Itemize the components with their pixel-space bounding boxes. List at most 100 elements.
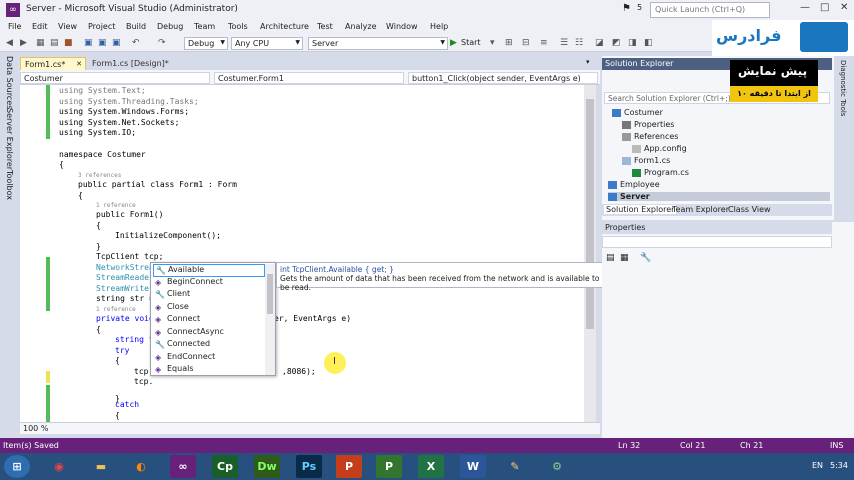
menu-tools[interactable]: Tools — [228, 22, 248, 31]
tree-item-server[interactable]: Server — [608, 192, 830, 201]
menu-team[interactable]: Team — [194, 22, 215, 31]
flag-icon[interactable]: ⚑ — [622, 3, 631, 14]
bookmark-clear-icon[interactable]: ◧ — [644, 38, 654, 48]
visual-studio-taskbar-icon[interactable]: ∞ — [170, 455, 196, 478]
maximize-icon[interactable]: □ — [820, 2, 829, 13]
alphabetical-icon[interactable]: ▦ — [620, 253, 629, 263]
scroll-thumb[interactable] — [586, 99, 594, 329]
file-explorer-icon[interactable]: ▬ — [88, 455, 114, 478]
menu-edit[interactable]: Edit — [32, 22, 48, 31]
start-button-icon[interactable]: ⊞ — [4, 455, 30, 478]
chrome-icon[interactable]: ◉ — [46, 455, 72, 478]
diagnostic-tools-tab[interactable]: Diagnostic Tools — [839, 60, 847, 116]
completion-item[interactable]: 🔧 Connected — [153, 339, 265, 352]
tab-overflow-icon[interactable]: ▾ — [586, 58, 590, 66]
intellisense-scrollbar[interactable] — [265, 264, 275, 375]
tab-form1-design[interactable]: Form1.cs [Design]* — [88, 57, 178, 70]
undo-icon[interactable]: ↶ — [132, 38, 142, 48]
completion-item[interactable]: 🔧 Client — [153, 289, 265, 302]
back-icon[interactable]: ◀ — [6, 38, 16, 48]
menu-architecture[interactable]: Architecture — [260, 22, 309, 31]
menu-debug[interactable]: Debug — [157, 22, 183, 31]
dreamweaver-icon[interactable]: Dw — [254, 455, 280, 478]
photoshop-icon[interactable]: Ps — [296, 455, 322, 478]
zoom-level[interactable]: 100 % — [23, 424, 48, 433]
completion-item[interactable]: ◈ BeginConnect — [153, 277, 265, 290]
clock[interactable]: 5:34 — [830, 461, 848, 470]
start-icon[interactable]: ▶ — [450, 38, 460, 48]
menu-analyze[interactable]: Analyze — [345, 22, 377, 31]
bookmark-prev-icon[interactable]: ◩ — [612, 38, 622, 48]
minimize-icon[interactable]: — — [800, 2, 810, 13]
redo-icon[interactable]: ↷ — [158, 38, 168, 48]
tab-class-view[interactable]: Class View — [728, 205, 771, 214]
menu-test[interactable]: Test — [317, 22, 333, 31]
notification-badge[interactable]: 5 — [637, 3, 642, 12]
data-sources-tab[interactable]: Data Sources — [5, 56, 14, 109]
close-icon[interactable]: ✕ — [840, 2, 848, 13]
forward-icon[interactable]: ▶ — [20, 38, 30, 48]
intellisense-popup[interactable]: 🔧 Available ◈ BeginConnect 🔧 Client ◈ Close … — [150, 262, 276, 376]
property-pages-icon[interactable]: 🔧 — [640, 253, 651, 263]
config-select[interactable]: Debug ▼ — [184, 37, 228, 50]
language-indicator[interactable]: EN — [812, 461, 823, 470]
menu-view[interactable]: View — [58, 22, 77, 31]
open-icon[interactable]: ▤ — [50, 38, 60, 48]
camtasia-icon[interactable]: Cp — [212, 455, 238, 478]
media-player-icon[interactable]: ◐ — [128, 455, 154, 478]
menu-file[interactable]: File — [8, 22, 21, 31]
bookmark-icon[interactable]: ◪ — [595, 38, 605, 48]
completion-item[interactable]: ◈ ConnectAsync — [153, 327, 265, 340]
tree-item-app-config[interactable]: App.config — [632, 144, 687, 153]
new-project-icon[interactable]: ▦ — [36, 38, 46, 48]
codelens[interactable]: 3 references — [78, 172, 121, 179]
tree-item-properties[interactable]: Properties — [622, 120, 674, 129]
properties-object-select[interactable] — [602, 236, 832, 248]
attach-icon[interactable]: ▾ — [490, 38, 500, 48]
completion-item[interactable]: 🔧 Available — [153, 264, 265, 277]
tab-form1-cs[interactable]: Form1.cs* ✕ — [20, 57, 86, 70]
scroll-thumb[interactable] — [267, 274, 273, 314]
platform-select[interactable]: Any CPU ▼ — [231, 37, 303, 50]
format-icon[interactable]: ≡ — [540, 38, 550, 48]
project-select[interactable]: Server ▼ — [308, 37, 448, 50]
bookmark-next-icon[interactable]: ◨ — [628, 38, 638, 48]
tree-item-form1-cs[interactable]: Form1.cs — [622, 156, 670, 165]
save-all-alt-icon[interactable]: ▣ — [112, 38, 122, 48]
uncomment-icon[interactable]: ☷ — [575, 38, 585, 48]
tab-team-explorer[interactable]: Team Explorer — [672, 205, 729, 214]
menu-build[interactable]: Build — [126, 22, 146, 31]
menu-project[interactable]: Project — [88, 22, 115, 31]
save-icon[interactable]: ▣ — [84, 38, 94, 48]
project-icon[interactable]: P — [376, 455, 402, 478]
tree-item-employee[interactable]: Employee — [608, 180, 660, 189]
codelens[interactable]: 1 reference — [96, 202, 136, 209]
pin-icon[interactable]: ✕ — [76, 60, 82, 68]
categorized-icon[interactable]: ▤ — [606, 253, 615, 263]
tree-item-costumer[interactable]: Costumer — [612, 108, 663, 117]
project-nav-select[interactable]: Costumer — [20, 72, 210, 84]
start-button[interactable]: Start — [461, 38, 481, 47]
member-nav-select[interactable]: button1_Click(object sender, EventArgs e… — [408, 72, 598, 84]
menu-help[interactable]: Help — [430, 22, 448, 31]
type-nav-select[interactable]: Costumer.Form1 — [214, 72, 404, 84]
tab-solution-explorer[interactable]: Solution Explorer — [604, 205, 677, 214]
completion-item[interactable]: ◈ EndConnect — [153, 352, 265, 365]
folder-icon[interactable]: ■ — [64, 38, 74, 48]
quick-launch-input[interactable]: Quick Launch (Ctrl+Q) — [650, 2, 770, 18]
codelens[interactable]: 1 reference — [96, 306, 136, 313]
code-editor[interactable]: using System.Text; using System.Threadin… — [20, 85, 596, 422]
step-icon[interactable]: ⊟ — [522, 38, 532, 48]
completion-item[interactable]: ◈ Close — [153, 302, 265, 315]
toolbox-tab[interactable]: Toolbox — [5, 170, 14, 200]
completion-item[interactable]: ◈ Equals — [153, 364, 265, 377]
tree-item-references[interactable]: References — [622, 132, 678, 141]
word-icon[interactable]: W — [460, 455, 486, 478]
tool-icon[interactable]: ✎ — [502, 455, 528, 478]
powerpoint-icon[interactable]: P — [336, 455, 362, 478]
excel-icon[interactable]: X — [418, 455, 444, 478]
editor-scrollbar[interactable] — [584, 85, 596, 422]
save-all-icon[interactable]: ▣ — [98, 38, 108, 48]
menu-window[interactable]: Window — [386, 22, 418, 31]
debug-tool-icon[interactable]: ⊞ — [505, 38, 515, 48]
